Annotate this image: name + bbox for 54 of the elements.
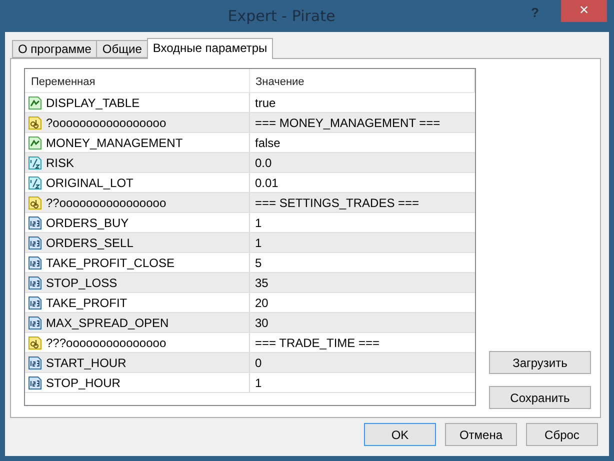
parameter-value[interactable]: 0.0 (255, 156, 272, 170)
parameter-value[interactable]: true (255, 96, 276, 110)
parameter-value[interactable]: === TRADE_TIME === (255, 336, 380, 350)
parameter-value[interactable]: 20 (255, 296, 268, 310)
dialog-button[interactable]: Сброс (526, 423, 598, 446)
switch-icon (28, 96, 42, 110)
parameter-name: ORDERS_SELL (46, 236, 134, 250)
number-icon (28, 256, 42, 270)
parameter-value[interactable]: === SETTINGS_TRADES === (255, 196, 420, 210)
parameter-value[interactable]: 35 (255, 276, 268, 290)
parameter-value[interactable]: 1 (255, 376, 262, 390)
number-icon (28, 236, 42, 250)
dialog-button[interactable]: OK (364, 423, 436, 446)
fraction-icon (28, 176, 42, 190)
parameter-value[interactable]: false (255, 136, 280, 150)
parameter-name: ???ooooooooooooooo (46, 336, 166, 350)
parameter-name: MONEY_MANAGEMENT (46, 136, 183, 150)
parameter-value[interactable]: 1 (255, 236, 262, 250)
parameter-value[interactable]: 0 (255, 356, 262, 370)
switch-icon (28, 136, 42, 150)
number-icon (28, 316, 42, 330)
tab[interactable]: О программе (12, 40, 98, 58)
tab[interactable]: Общие (96, 40, 148, 58)
parameter-value[interactable]: 1 (255, 216, 262, 230)
parameter-name: DISPLAY_TABLE (46, 96, 140, 110)
parameter-value[interactable]: === MONEY_MANAGEMENT === (255, 116, 440, 130)
parameter-name: RISK (46, 156, 74, 170)
close-button[interactable]: × (561, 0, 607, 22)
parameter-name: ?ooooooooooooooooo (46, 116, 166, 130)
parameter-value[interactable]: 30 (255, 316, 268, 330)
parameter-name: TAKE_PROFIT_CLOSE (46, 256, 174, 270)
parameter-name: MAX_SPREAD_OPEN (46, 316, 169, 330)
number-icon (28, 356, 42, 370)
tab[interactable]: Входные параметры (146, 38, 274, 59)
number-icon (28, 216, 42, 230)
parameter-name: STOP_LOSS (46, 276, 118, 290)
parameter-name: ORDERS_BUY (46, 216, 129, 230)
column-header[interactable]: Переменная (25, 69, 250, 92)
number-icon (28, 296, 42, 310)
parameter-value[interactable]: 0.01 (255, 176, 278, 190)
number-icon (28, 376, 42, 390)
fraction-icon (28, 156, 42, 170)
parameter-name: TAKE_PROFIT (46, 296, 128, 310)
save-button[interactable]: Сохранить (489, 386, 591, 409)
parameter-name: ORIGINAL_LOT (46, 176, 134, 190)
parameter-name: ??oooooooooooooooo (46, 196, 166, 210)
dialog-button[interactable]: Отмена (445, 423, 517, 446)
number-icon (28, 276, 42, 290)
window-title: Expert - Pirate (226, 7, 336, 25)
parameter-value[interactable]: 5 (255, 256, 262, 270)
column-header[interactable]: Значение (250, 69, 475, 92)
load-button[interactable]: Загрузить (489, 351, 591, 374)
parameter-name: STOP_HOUR (46, 376, 120, 390)
parameter-name: START_HOUR (46, 356, 126, 370)
